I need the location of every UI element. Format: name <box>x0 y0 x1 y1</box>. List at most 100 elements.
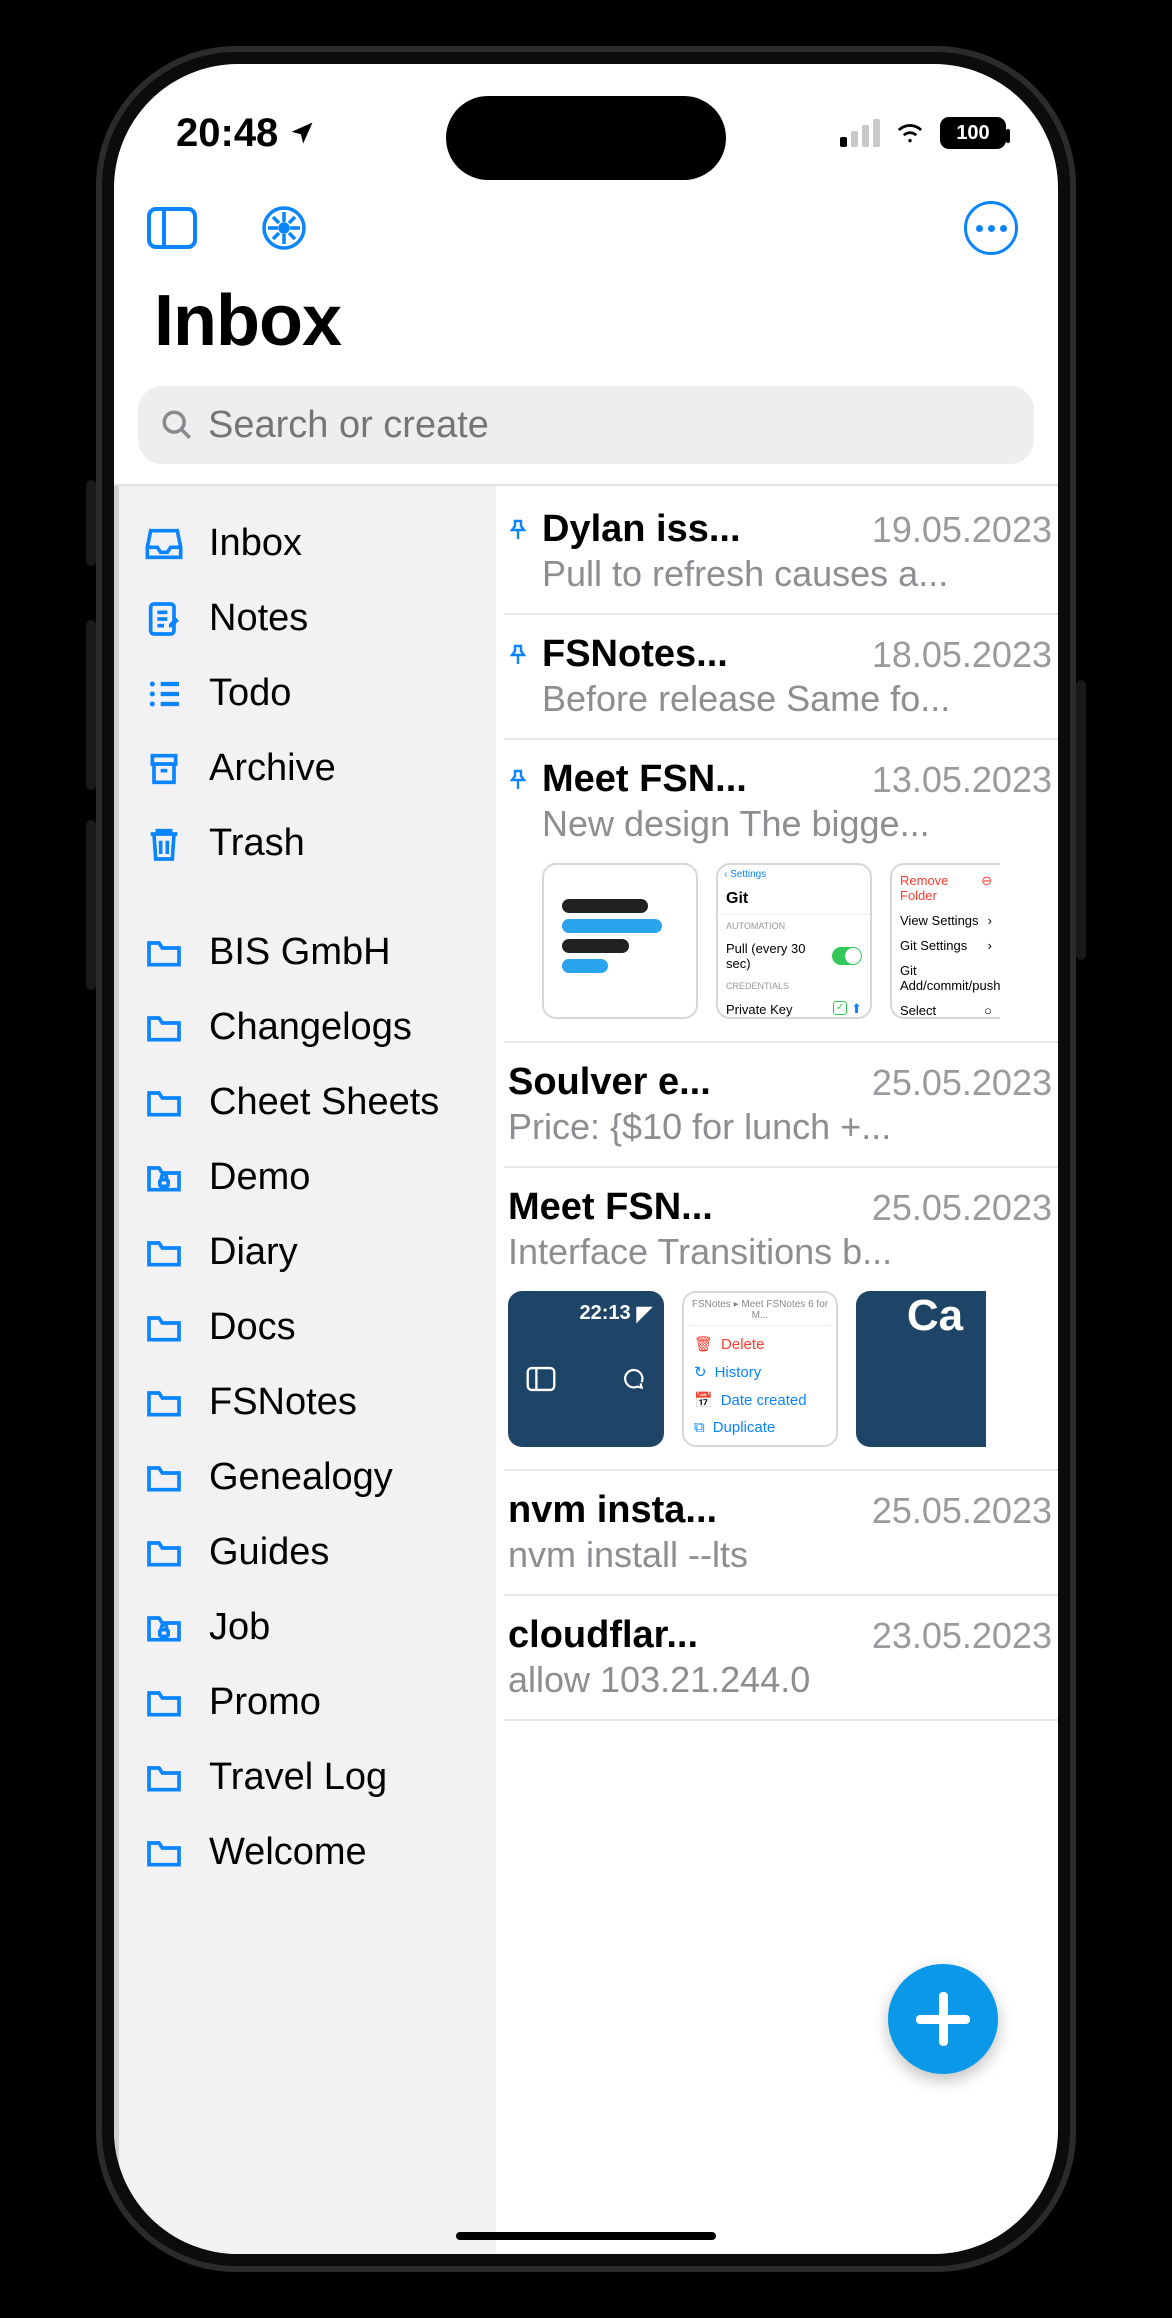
status-time: 20:48 <box>176 111 278 156</box>
sidebar-item-label: Guides <box>209 1531 329 1574</box>
search-field[interactable] <box>138 386 1034 464</box>
sidebar-toggle-button[interactable] <box>144 200 200 256</box>
sidebar-folder[interactable]: Job <box>119 1590 496 1665</box>
folder-icon <box>143 1382 185 1424</box>
cellular-icon <box>840 119 880 147</box>
sidebar-item-label: Genealogy <box>209 1456 393 1499</box>
thumbnail[interactable]: FSNotes ▸ Meet FSNotes 6 for M...🗑Delete… <box>682 1291 838 1447</box>
dynamic-island <box>446 96 726 180</box>
search-input[interactable] <box>208 404 1012 447</box>
archive-icon <box>143 748 185 790</box>
folder-icon <box>143 1007 185 1049</box>
sidebar-item-label: Promo <box>209 1681 321 1724</box>
note-title: cloudflar... <box>508 1614 698 1657</box>
note-snippet: Pull to refresh causes a... <box>504 551 1052 595</box>
thumbnail[interactable] <box>542 863 698 1019</box>
note-title: Dylan iss... <box>542 508 741 551</box>
note-snippet: Before release Same fo... <box>504 676 1052 720</box>
wifi-icon <box>892 119 928 147</box>
sidebar-folder[interactable]: Demo <box>119 1140 496 1215</box>
sidebar-item-label: Trash <box>209 822 305 865</box>
pin-icon <box>504 766 532 794</box>
sidebar-folder[interactable]: BIS GmbH <box>119 915 496 990</box>
note-item[interactable]: cloudflar... 23.05.2023allow 103.21.244.0 <box>504 1596 1058 1721</box>
thumbnail[interactable]: ‹ SettingsGitAUTOMATIONPull (every 30 se… <box>716 863 872 1019</box>
note-date: 18.05.2023 <box>872 634 1052 676</box>
folder-icon <box>143 1157 185 1199</box>
note-title: Meet FSN... <box>508 1186 713 1229</box>
todo-icon <box>143 673 185 715</box>
sidebar-item-label: Docs <box>209 1306 296 1349</box>
sidebar-item-label: Archive <box>209 747 336 790</box>
note-date: 13.05.2023 <box>872 759 1052 801</box>
toolbar <box>114 174 1058 256</box>
add-note-button[interactable] <box>888 1964 998 2074</box>
note-title: Meet FSN... <box>542 758 747 801</box>
thumbnail[interactable]: Remove Folder⊖View Settings›Git Settings… <box>890 863 1000 1019</box>
thumbnail[interactable]: 22:13◤ <box>508 1291 664 1447</box>
note-item[interactable]: Meet FSN... 13.05.2023New design The bigg… <box>504 740 1058 1043</box>
sidebar-folder[interactable]: Travel Log <box>119 1740 496 1815</box>
search-icon <box>160 408 194 442</box>
battery-icon: 100 <box>940 117 1006 149</box>
sidebar-folder[interactable]: Welcome <box>119 1815 496 1890</box>
note-item[interactable]: nvm insta... 25.05.2023nvm install --lts <box>504 1471 1058 1596</box>
sidebar-folder[interactable]: Genealogy <box>119 1440 496 1515</box>
sidebar-item-label: Job <box>209 1606 270 1649</box>
more-button[interactable] <box>964 201 1018 255</box>
folder-icon <box>143 1757 185 1799</box>
note-title: Soulver e... <box>508 1061 711 1104</box>
sidebar-icon <box>146 206 198 250</box>
note-item[interactable]: Soulver e...25.05.2023Price: {$10 for lu… <box>504 1043 1058 1168</box>
sidebar-folder[interactable]: Docs <box>119 1290 496 1365</box>
settings-button[interactable] <box>256 200 312 256</box>
note-snippet: Interface Transitions b... <box>504 1229 1052 1273</box>
sidebar-folder[interactable]: FSNotes <box>119 1365 496 1440</box>
sidebar-item-archive[interactable]: Archive <box>119 731 496 806</box>
note-item[interactable]: FSNotes... 18.05.2023Before release Same … <box>504 615 1058 740</box>
note-thumbnails: ‹ SettingsGitAUTOMATIONPull (every 30 se… <box>504 845 1052 1023</box>
thumbnail[interactable]: Ca <box>856 1291 986 1447</box>
note-title: FSNotes... <box>542 633 728 676</box>
sidebar-item-label: Todo <box>209 672 291 715</box>
sidebar-item-notes[interactable]: Notes <box>119 581 496 656</box>
note-item[interactable]: Meet FSN... 25.05.2023Interface Transitio… <box>504 1168 1058 1471</box>
notes-icon <box>143 598 185 640</box>
sidebar-folder[interactable]: Changelogs <box>119 990 496 1065</box>
folder-icon <box>143 1082 185 1124</box>
sidebar-item-label: Welcome <box>209 1831 367 1874</box>
note-date: 25.05.2023 <box>872 1062 1052 1104</box>
folder-icon <box>143 1307 185 1349</box>
sidebar-item-label: Demo <box>209 1156 310 1199</box>
note-snippet: New design The bigge... <box>504 801 1052 845</box>
trash-icon <box>143 823 185 865</box>
folder-icon <box>143 1832 185 1874</box>
sidebar-folder[interactable]: Diary <box>119 1215 496 1290</box>
sidebar-folder[interactable]: Promo <box>119 1665 496 1740</box>
folder-icon <box>143 1457 185 1499</box>
sidebar-item-inbox[interactable]: Inbox <box>119 506 496 581</box>
sidebar-item-trash[interactable]: Trash <box>119 806 496 881</box>
note-thumbnails: 22:13◤FSNotes ▸ Meet FSNotes 6 for M...🗑… <box>504 1273 1052 1451</box>
folder-icon <box>143 1682 185 1724</box>
note-title: nvm insta... <box>508 1489 717 1532</box>
note-item[interactable]: Dylan iss... 19.05.2023Pull to refresh ca… <box>504 486 1058 615</box>
sidebar-item-label: Diary <box>209 1231 298 1274</box>
note-snippet: allow 103.21.244.0 <box>504 1657 1052 1701</box>
note-snippet: nvm install --lts <box>504 1532 1052 1576</box>
gear-icon <box>258 202 310 254</box>
home-indicator <box>456 2232 716 2240</box>
note-date: 19.05.2023 <box>872 509 1052 551</box>
note-date: 23.05.2023 <box>872 1615 1052 1657</box>
sidebar-item-label: FSNotes <box>209 1381 357 1424</box>
inbox-icon <box>143 523 185 565</box>
sidebar-folder[interactable]: Guides <box>119 1515 496 1590</box>
sidebar: Inbox Notes Todo Archive Trash BIS GmbH Chang… <box>114 486 496 2254</box>
sidebar-item-label: Travel Log <box>209 1756 387 1799</box>
sidebar-item-label: BIS GmbH <box>209 931 391 974</box>
sidebar-item-label: Inbox <box>209 522 302 565</box>
sidebar-folder[interactable]: Cheet Sheets <box>119 1065 496 1140</box>
note-date: 25.05.2023 <box>872 1187 1052 1229</box>
note-date: 25.05.2023 <box>872 1490 1052 1532</box>
sidebar-item-todo[interactable]: Todo <box>119 656 496 731</box>
